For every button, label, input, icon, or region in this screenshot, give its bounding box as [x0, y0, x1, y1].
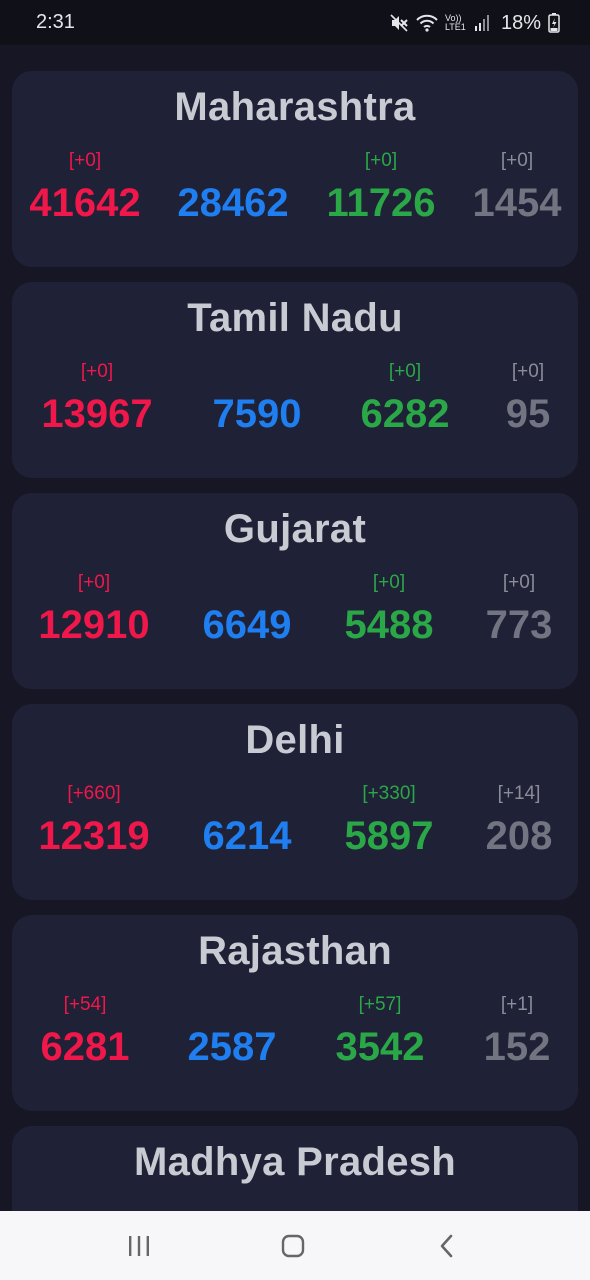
recovered-delta: [+330] [362, 783, 416, 804]
status-time: 2:31 [36, 11, 75, 33]
wifi-icon [416, 14, 438, 32]
confirmed-value: 12910 [38, 603, 150, 647]
confirmed-value: 6281 [40, 1025, 130, 1069]
deceased-value: 95 [505, 392, 551, 436]
deceased-stat: [+0] 95 [488, 360, 568, 437]
confirmed-value: 12319 [38, 814, 150, 858]
active-delta [173, 993, 291, 1017]
active-value: 7590 [212, 392, 302, 436]
confirmed-delta: [+0] [77, 572, 111, 593]
deceased-value: 208 [485, 814, 553, 858]
recovered-stat: [+57] 3542 [321, 993, 439, 1070]
deceased-delta: [+1] [500, 994, 534, 1015]
network-type-label: Vo)) LTE1 [444, 13, 466, 32]
state-name: Maharashtra [174, 85, 416, 129]
recovered-delta: [+0] [372, 572, 406, 593]
deceased-value: 773 [485, 603, 553, 647]
active-delta [188, 782, 306, 806]
state-name: Madhya Pradesh [133, 1140, 457, 1184]
recovered-stat: [+0] 5488 [330, 571, 448, 648]
deceased-delta: [+0] [511, 361, 545, 382]
recent-apps-button[interactable] [119, 1229, 159, 1263]
home-icon [281, 1234, 305, 1258]
recovered-delta: [+57] [358, 994, 402, 1015]
recovered-stat: [+0] 11726 [322, 149, 440, 226]
recovered-delta: [+0] [388, 361, 422, 382]
state-card[interactable]: Madhya Pradesh [12, 1126, 578, 1211]
confirmed-delta: [+660] [67, 783, 121, 804]
deceased-delta: [+0] [502, 572, 536, 593]
state-card[interactable]: Rajasthan [+54] 6281 2587 [+57] 3542 [+1… [12, 915, 578, 1111]
confirmed-delta: [+0] [68, 150, 102, 171]
back-icon [440, 1234, 453, 1258]
active-stat: 7590 [198, 360, 316, 437]
recovered-stat: [+0] 6282 [346, 360, 464, 437]
recovered-stat: [+330] 5897 [330, 782, 448, 859]
confirmed-value: 41642 [29, 181, 141, 225]
confirmed-stat: [+660] 12319 [35, 782, 153, 859]
confirmed-stat: [+0] 41642 [26, 149, 144, 226]
status-icons: Vo)) LTE1 18% [389, 10, 560, 36]
state-card[interactable]: Delhi [+660] 12319 6214 [+330] 5897 [+14… [12, 704, 578, 900]
deceased-stat: [+0] 1454 [467, 149, 567, 226]
recovered-delta: [+0] [364, 150, 398, 171]
state-name: Rajasthan [198, 929, 392, 973]
deceased-stat: [+14] 208 [474, 782, 564, 859]
active-stat: 28462 [174, 149, 292, 226]
active-delta [198, 360, 316, 384]
state-name: Delhi [245, 718, 345, 762]
state-name: Gujarat [223, 507, 367, 551]
confirmed-stat: [+54] 6281 [26, 993, 144, 1070]
battery-icon [548, 13, 560, 33]
active-value: 2587 [187, 1025, 277, 1069]
recovered-value: 6282 [360, 392, 450, 436]
deceased-delta: [+14] [497, 783, 541, 804]
confirmed-delta: [+54] [63, 994, 107, 1015]
state-name: Tamil Nadu [187, 296, 403, 340]
active-value: 28462 [177, 181, 289, 225]
state-card[interactable]: Maharashtra [+0] 41642 28462 [+0] 11726 … [12, 71, 578, 267]
deceased-delta: [+0] [500, 150, 534, 171]
deceased-stat: [+0] 773 [474, 571, 564, 648]
recent-apps-icon [129, 1236, 149, 1256]
state-card[interactable]: Gujarat [+0] 12910 6649 [+0] 5488 [+0] 7… [12, 493, 578, 689]
status-bar: 2:31 Vo)) LTE1 18% [0, 0, 590, 45]
mute-icon [389, 13, 409, 33]
active-value: 6214 [202, 814, 292, 858]
active-stat: 2587 [173, 993, 291, 1070]
recovered-value: 3542 [335, 1025, 425, 1069]
active-stat: 6214 [188, 782, 306, 859]
recovered-value: 11726 [326, 181, 436, 225]
home-button[interactable] [273, 1229, 313, 1263]
state-card[interactable]: Tamil Nadu [+0] 13967 7590 [+0] 6282 [+0… [12, 282, 578, 478]
recovered-value: 5897 [344, 814, 434, 858]
deceased-value: 1454 [472, 181, 562, 225]
battery-percent: 18% [500, 11, 541, 34]
deceased-value: 152 [483, 1025, 551, 1069]
confirmed-value: 13967 [41, 392, 153, 436]
confirmed-stat: [+0] 13967 [38, 360, 156, 437]
deceased-stat: [+1] 152 [472, 993, 562, 1070]
navigation-bar [0, 1211, 590, 1280]
signal-icon [474, 14, 490, 32]
active-delta [188, 571, 306, 595]
recovered-value: 5488 [344, 603, 434, 647]
back-button[interactable] [427, 1229, 467, 1263]
active-delta [174, 149, 292, 173]
state-list[interactable]: Maharashtra [+0] 41642 28462 [+0] 11726 … [0, 45, 590, 1211]
active-stat: 6649 [188, 571, 306, 648]
confirmed-delta: [+0] [80, 361, 114, 382]
active-value: 6649 [202, 603, 292, 647]
confirmed-stat: [+0] 12910 [35, 571, 153, 648]
